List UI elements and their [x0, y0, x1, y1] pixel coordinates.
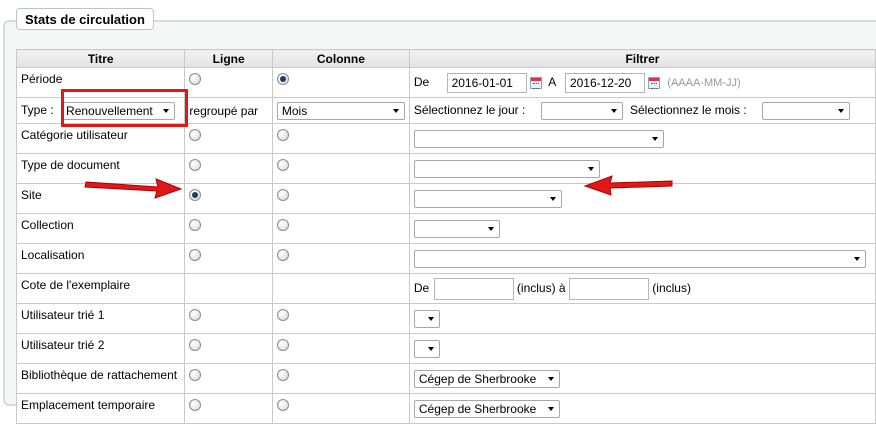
right-arrow-annotation: [84, 178, 183, 199]
chevron-down-icon: [427, 346, 434, 351]
left-arrow-annotation: [583, 175, 673, 196]
filter-select[interactable]: [413, 159, 600, 178]
date-to-input[interactable]: 2016-12-20: [564, 72, 645, 93]
row-label: Utilisateur trié 2: [15, 333, 186, 364]
colonne-radio[interactable]: [276, 368, 289, 381]
temp-location-select[interactable]: Cégep de Sherbrooke: [413, 399, 560, 418]
row-label: Utilisateur trié 1: [15, 303, 186, 334]
ligne-radio[interactable]: [189, 368, 202, 381]
de-label: De: [413, 74, 430, 89]
chevron-down-icon: [651, 136, 658, 141]
table-row: Utilisateur trié 1: [15, 303, 876, 334]
chevron-down-icon: [549, 196, 556, 201]
ligne-radio[interactable]: [189, 338, 202, 351]
colonne-radio[interactable]: [276, 218, 289, 231]
call-number-from-input[interactable]: [433, 277, 514, 300]
colonne-radio[interactable]: [276, 158, 289, 171]
date-from-input[interactable]: 2016-01-01: [446, 72, 527, 93]
colonne-radio-periode[interactable]: [276, 72, 289, 85]
day-select[interactable]: [540, 101, 623, 120]
header-titre: Titre: [15, 49, 186, 68]
row-label: Catégorie utilisateur: [15, 123, 186, 154]
chevron-down-icon: [610, 108, 617, 113]
colonne-radio[interactable]: [276, 248, 289, 261]
table-row: Catégorie utilisateur: [15, 123, 876, 154]
row-label: Bibliothèque de rattachement: [15, 363, 186, 394]
ligne-radio[interactable]: [189, 308, 202, 321]
colonne-radio[interactable]: [276, 128, 289, 141]
colonne-radio[interactable]: [276, 188, 289, 201]
de-label: De: [413, 280, 430, 295]
colonne-radio[interactable]: [276, 398, 289, 411]
grouped-by-label: regroupé par: [189, 103, 259, 118]
calendar-icon[interactable]: [647, 76, 660, 89]
filter-select[interactable]: [413, 129, 664, 148]
library-select[interactable]: Cégep de Sherbrooke: [413, 369, 560, 388]
table-row: Collection: [15, 213, 876, 244]
ligne-radio[interactable]: [189, 398, 202, 411]
inclus-a-label: (inclus) à: [516, 280, 566, 295]
table-row: Bibliothèque de rattachement Cégep de Sh…: [15, 363, 876, 394]
chevron-down-icon: [392, 108, 399, 113]
header-ligne: Ligne: [184, 49, 273, 68]
ligne-radio[interactable]: [189, 218, 202, 231]
colonne-radio[interactable]: [276, 338, 289, 351]
chevron-down-icon: [487, 226, 494, 231]
inclus-label: (inclus): [652, 280, 691, 295]
ligne-radio[interactable]: [189, 158, 202, 171]
header-filtrer: Filtrer: [408, 49, 876, 68]
filter-select[interactable]: [413, 219, 500, 238]
date-format-hint: (AAAA-MM-JJ): [667, 76, 741, 89]
header-colonne: Colonne: [271, 49, 410, 68]
table-row: Emplacement temporaire Cégep de Sherbroo…: [15, 393, 876, 424]
filter-select[interactable]: [413, 339, 440, 358]
day-select-label: Sélectionnez le jour :: [413, 102, 526, 117]
ligne-radio[interactable]: [189, 248, 202, 261]
row-label: Collection: [15, 213, 186, 244]
chevron-down-icon: [587, 166, 594, 171]
row-label: Cote de l'exemplaire: [15, 273, 186, 304]
call-number-to-input[interactable]: [568, 277, 649, 300]
month-select[interactable]: [762, 101, 851, 120]
chevron-down-icon: [853, 256, 860, 261]
group-by-select[interactable]: Mois: [276, 101, 405, 120]
row-label: Emplacement temporaire: [15, 393, 186, 424]
table-row: Localisation: [15, 243, 876, 274]
panel-title: Stats de circulation: [16, 8, 154, 30]
calendar-icon[interactable]: [529, 76, 542, 89]
filter-select[interactable]: [413, 309, 440, 328]
type-highlight-box: [61, 89, 188, 127]
header-row: Titre Ligne Colonne Filtrer: [15, 49, 876, 68]
colonne-radio[interactable]: [276, 308, 289, 321]
chevron-down-icon: [547, 406, 554, 411]
month-select-label: Sélectionnez le mois :: [629, 102, 747, 117]
ligne-radio[interactable]: [189, 128, 202, 141]
ligne-radio-site[interactable]: [189, 188, 202, 201]
site-select[interactable]: [413, 189, 562, 208]
a-label: A: [548, 74, 556, 89]
chevron-down-icon: [547, 376, 554, 381]
type-label: Type :: [21, 102, 54, 117]
row-label: Localisation: [15, 243, 186, 274]
table-row: Cote de l'exemplaire De (inclus) à (incl…: [15, 273, 876, 304]
ligne-radio-periode[interactable]: [189, 72, 202, 85]
chevron-down-icon: [427, 316, 434, 321]
table-row: Utilisateur trié 2: [15, 333, 876, 364]
chevron-down-icon: [838, 108, 845, 113]
filter-select[interactable]: [413, 249, 866, 268]
